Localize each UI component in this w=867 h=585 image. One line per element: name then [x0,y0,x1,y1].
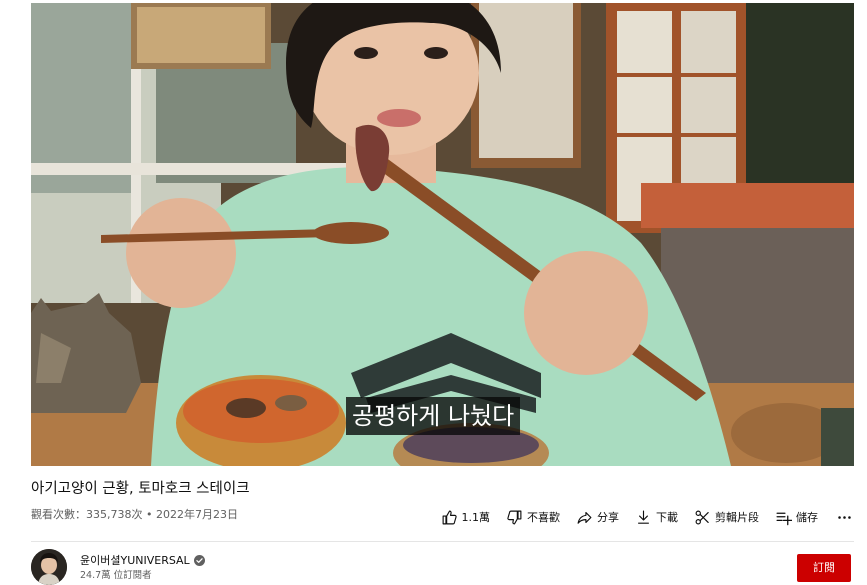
view-count: 觀看次數：335,738次 [31,508,143,521]
playlist-add-icon [776,512,792,525]
scissors-icon [695,510,709,524]
verified-badge-icon [193,555,205,566]
share-button[interactable]: 分享 [576,505,619,529]
save-label: 儲存 [796,511,818,524]
thumbs-up-icon [442,510,457,524]
share-label: 分享 [597,511,619,524]
channel-avatar[interactable] [31,549,67,585]
more-horizontal-icon [838,515,851,519]
video-meta: 觀看次數：335,738次 • 2022年7月23日 [31,507,238,523]
avatar-image [31,549,67,585]
video-caption: 공평하게 나눴다 [346,397,521,435]
channel-name-text: 윤이버셜YUNIVERSAL [80,554,190,567]
channel-name[interactable]: 윤이버셜YUNIVERSAL [80,553,205,568]
meta-separator: • [142,508,156,521]
dislike-button[interactable]: 不喜歡 [506,505,560,529]
divider [31,541,854,542]
save-button[interactable]: 儲存 [775,505,818,529]
subscriber-count: 24.7萬 位訂閱者 [80,570,152,581]
upload-date: 2022年7月23日 [155,508,238,521]
clip-label: 剪輯片段 [715,511,759,524]
like-button[interactable]: 1.1萬 [441,505,491,529]
share-icon [577,511,592,524]
download-icon [637,510,650,524]
download-button[interactable]: 下載 [635,505,678,529]
clip-button[interactable]: 剪輯片段 [694,505,759,529]
more-actions-button[interactable] [836,505,853,529]
subscribe-button[interactable]: 訂閱 [797,554,851,582]
dislike-label: 不喜歡 [527,511,560,524]
video-title: 아기고양이 근황, 토마호크 스테이크 [31,481,250,497]
video-actions: 1.1萬 不喜歡 分享 下載 剪輯片段 儲存 [441,505,854,529]
like-count: 1.1萬 [461,511,491,524]
thumbs-down-icon [507,510,522,524]
video-player[interactable]: 공평하게 나눴다 [31,3,854,466]
download-label: 下載 [656,511,678,524]
watch-page: 공평하게 나눴다 아기고양이 근황, 토마호크 스테이크 觀看次數：335,73… [0,0,867,585]
